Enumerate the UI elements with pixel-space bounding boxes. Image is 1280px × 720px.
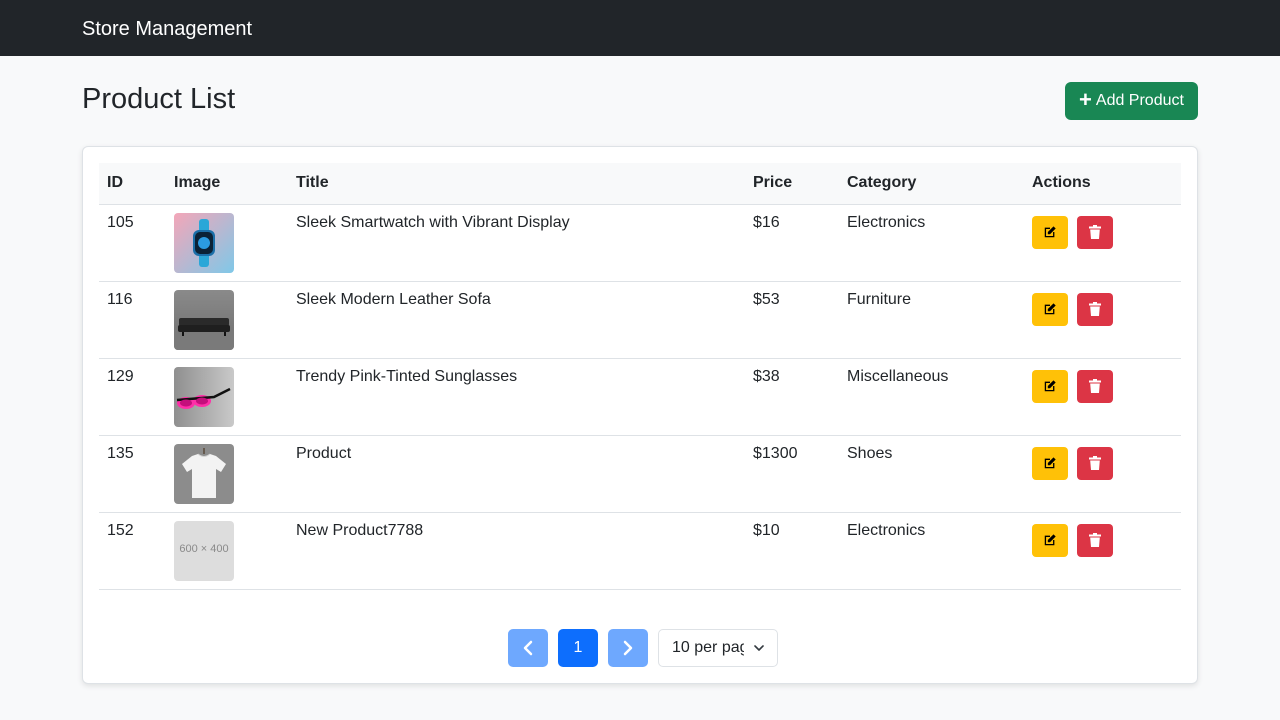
- product-image-sofa: [174, 289, 234, 350]
- navbar: Store Management: [0, 0, 1280, 56]
- edit-icon: [1044, 534, 1056, 546]
- edit-button[interactable]: [1032, 446, 1068, 480]
- page-title: Product List: [82, 83, 236, 115]
- trash-icon: [1089, 456, 1101, 470]
- brand-title[interactable]: Store Management: [82, 17, 252, 41]
- cell-title: Sleek Modern Leather Sofa: [288, 281, 745, 359]
- column-header-image: Image: [166, 163, 288, 205]
- per-page-select[interactable]: 10 per page: [658, 629, 778, 667]
- table-row: 135 Product $1300 Shoes: [99, 435, 1181, 513]
- product-image-placeholder: 600 × 400: [174, 520, 234, 581]
- product-table-card: ID Image Title Price Category Actions 10…: [82, 146, 1198, 684]
- column-header-actions: Actions: [1024, 163, 1181, 205]
- pagination: 1 10 per page: [508, 629, 778, 667]
- column-header-title: Title: [288, 163, 745, 205]
- delete-button[interactable]: [1077, 292, 1113, 326]
- edit-button[interactable]: [1032, 523, 1068, 557]
- table-row: 116 Sleek Modern Leather Sofa $53 Furnit…: [99, 281, 1181, 359]
- delete-button[interactable]: [1077, 446, 1113, 480]
- cell-title: Product: [288, 435, 745, 513]
- cell-id: 135: [99, 435, 166, 513]
- cell-id: 152: [99, 512, 166, 590]
- cell-category: Furniture: [839, 281, 1024, 359]
- edit-icon: [1044, 457, 1056, 469]
- cell-price: $38: [745, 358, 839, 436]
- cell-category: Miscellaneous: [839, 358, 1024, 436]
- trash-icon: [1089, 225, 1101, 239]
- add-product-button[interactable]: + Add Product: [1065, 82, 1198, 120]
- column-header-id: ID: [99, 163, 166, 205]
- column-header-category: Category: [839, 163, 1024, 205]
- cell-title: Trendy Pink-Tinted Sunglasses: [288, 358, 745, 436]
- delete-button[interactable]: [1077, 369, 1113, 403]
- plus-icon: +: [1079, 87, 1092, 112]
- trash-icon: [1089, 533, 1101, 547]
- trash-icon: [1089, 302, 1101, 316]
- trash-icon: [1089, 379, 1101, 393]
- cell-title: Sleek Smartwatch with Vibrant Display: [288, 204, 745, 282]
- edit-button[interactable]: [1032, 369, 1068, 403]
- cell-price: $10: [745, 512, 839, 590]
- add-product-label: Add Product: [1095, 92, 1184, 109]
- product-image-tshirt: [174, 443, 234, 504]
- table-row: 152 600 × 400 New Product7788 $10 Electr…: [99, 512, 1181, 590]
- cell-price: $1300: [745, 435, 839, 513]
- product-image-sunglasses: [174, 366, 234, 427]
- chevron-down-icon: [754, 645, 764, 651]
- cell-category: Shoes: [839, 435, 1024, 513]
- edit-icon: [1044, 226, 1056, 238]
- product-table: ID Image Title Price Category Actions 10…: [99, 163, 1181, 590]
- cell-title: New Product7788: [288, 512, 745, 590]
- table-row: 105 Sleek Smartwatch with Vibrant Displa…: [99, 204, 1181, 282]
- column-header-price: Price: [745, 163, 839, 205]
- edit-icon: [1044, 303, 1056, 315]
- edit-icon: [1044, 380, 1056, 392]
- cell-price: $53: [745, 281, 839, 359]
- cell-price: $16: [745, 204, 839, 282]
- page-button-current[interactable]: 1: [558, 629, 598, 667]
- chevron-left-icon: [523, 640, 533, 656]
- delete-button[interactable]: [1077, 523, 1113, 557]
- cell-id: 116: [99, 281, 166, 359]
- placeholder-text: 600 × 400: [179, 542, 229, 555]
- table-row: 129 Trendy Pink-Tinted Sunglasses $38 Mi…: [99, 358, 1181, 436]
- table-header-row: ID Image Title Price Category Actions: [99, 163, 1181, 205]
- product-image-smartwatch: [174, 212, 234, 273]
- edit-button[interactable]: [1032, 215, 1068, 249]
- per-page-value: 10 per page: [672, 639, 744, 656]
- delete-button[interactable]: [1077, 215, 1113, 249]
- prev-page-button[interactable]: [508, 629, 548, 667]
- cell-id: 105: [99, 204, 166, 282]
- next-page-button[interactable]: [608, 629, 648, 667]
- edit-button[interactable]: [1032, 292, 1068, 326]
- cell-category: Electronics: [839, 512, 1024, 590]
- chevron-right-icon: [623, 640, 633, 656]
- cell-id: 129: [99, 358, 166, 436]
- cell-category: Electronics: [839, 204, 1024, 282]
